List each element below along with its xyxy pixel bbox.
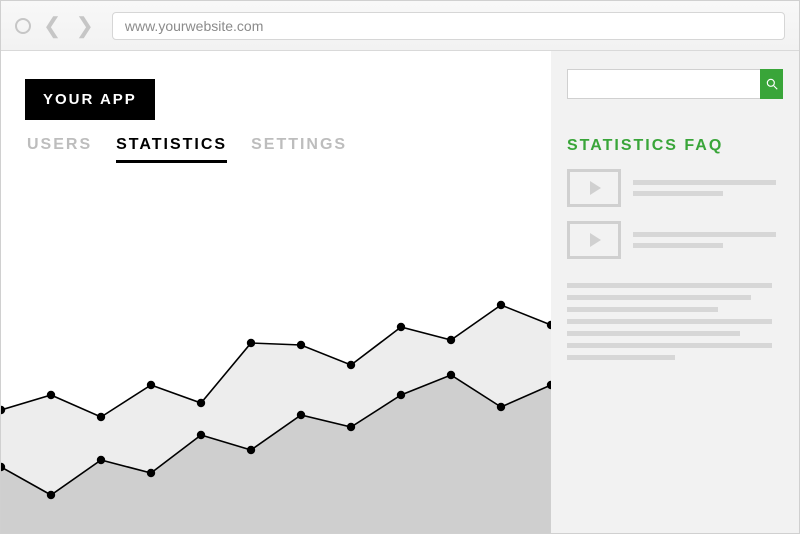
skeleton-line <box>633 180 776 185</box>
tab-users[interactable]: USERS <box>27 136 92 163</box>
skeleton-line <box>567 319 772 324</box>
search-button[interactable] <box>760 69 783 99</box>
address-bar[interactable] <box>112 12 785 40</box>
faq-video-item[interactable] <box>567 169 783 207</box>
traffic-light-icon <box>15 18 31 34</box>
skeleton-line <box>567 343 772 348</box>
faq-text-block <box>567 283 783 360</box>
tab-settings[interactable]: SETTINGS <box>251 136 347 163</box>
tab-statistics[interactable]: STATISTICS <box>116 136 227 163</box>
play-icon <box>590 233 601 247</box>
skeleton-line <box>567 355 675 360</box>
play-icon <box>590 181 601 195</box>
browser-window: ❮ ❯ YOUR APP USERS STATISTICS SETTINGS <box>0 0 800 534</box>
forward-button[interactable]: ❯ <box>73 15 95 37</box>
skeleton-line <box>567 307 718 312</box>
faq-heading: STATISTICS FAQ <box>567 137 783 155</box>
search-icon <box>765 77 779 91</box>
page-body: YOUR APP USERS STATISTICS SETTINGS STATI… <box>1 51 799 534</box>
video-text-skeleton <box>633 180 783 196</box>
skeleton-line <box>567 283 772 288</box>
faq-video-item[interactable] <box>567 221 783 259</box>
search-input[interactable] <box>567 69 760 99</box>
statistics-chart <box>1 225 551 534</box>
back-button[interactable]: ❮ <box>41 15 63 37</box>
skeleton-line <box>567 295 751 300</box>
main-panel: YOUR APP USERS STATISTICS SETTINGS <box>1 51 551 534</box>
video-thumbnail <box>567 169 621 207</box>
url-input[interactable] <box>125 18 772 34</box>
search-row <box>567 69 783 99</box>
skeleton-line <box>633 232 776 237</box>
video-thumbnail <box>567 221 621 259</box>
skeleton-line <box>567 331 740 336</box>
sidebar: STATISTICS FAQ <box>551 51 799 534</box>
skeleton-line <box>633 243 723 248</box>
app-badge: YOUR APP <box>25 79 155 120</box>
browser-chrome: ❮ ❯ <box>1 1 799 51</box>
video-text-skeleton <box>633 232 783 248</box>
tab-bar: USERS STATISTICS SETTINGS <box>27 136 551 163</box>
skeleton-line <box>633 191 723 196</box>
